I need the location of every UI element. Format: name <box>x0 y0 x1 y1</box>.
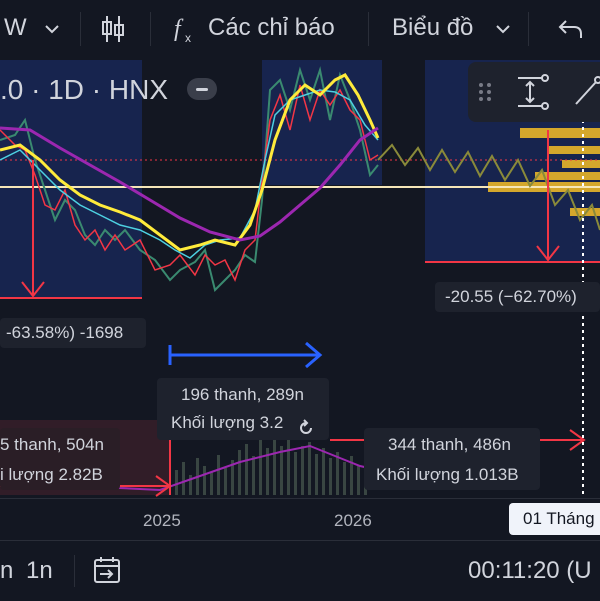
goto-date-icon[interactable] <box>92 555 124 592</box>
measure-label-middle[interactable]: 196 thanh, 289n Khối lượng 3.2 <box>157 378 329 440</box>
candles-icon[interactable] <box>100 14 126 49</box>
measure-left-bars: 5 thanh, 504n <box>0 435 104 454</box>
drawing-toolbar <box>468 62 600 122</box>
volume-histogram <box>175 436 367 495</box>
symbol-info: .0 · 1D · HNX <box>0 74 169 105</box>
time-axis-label: 2026 <box>334 511 372 530</box>
drag-handle-icon[interactable] <box>478 82 492 107</box>
undo-icon[interactable] <box>558 18 584 45</box>
trend-line-icon[interactable] <box>572 76 600 113</box>
measure-label-left[interactable]: -63.58%) -1698 <box>0 318 146 348</box>
bottom-toolbar: n 1n 00:11:20 (U <box>0 540 600 601</box>
chevron-down-icon[interactable] <box>495 22 511 40</box>
indicators-fx-icon[interactable]: f x <box>172 14 198 49</box>
collapse-legend-button[interactable] <box>187 78 217 100</box>
clock-timezone[interactable]: 00:11:20 (U <box>468 557 592 585</box>
svg-text:x: x <box>185 31 191 44</box>
chart-type-button[interactable]: Biểu đồ <box>392 14 473 42</box>
measure-middle-volume: Khối lượng 3.2 <box>171 413 284 432</box>
measure-right-volume: Khối lượng 1.013B <box>376 465 519 484</box>
toolbar-divider <box>74 555 75 587</box>
measure-label-right[interactable]: -20.55 (−62.70%) <box>435 282 600 312</box>
measure-label-volume-right[interactable]: 344 thanh, 486n Khối lượng 1.013B <box>364 428 540 490</box>
measure-label-right-text: -20.55 (−62.70%) <box>445 287 577 306</box>
measure-right-bars: 344 thanh, 486n <box>388 435 511 454</box>
crosshair-date-label: 01 Tháng <box>509 503 600 535</box>
price-range-icon[interactable] <box>514 74 550 115</box>
toolbar-divider <box>528 12 529 46</box>
indicators-button[interactable]: Các chỉ báo <box>208 14 335 42</box>
toolbar-divider <box>150 12 151 46</box>
time-axis-label: 2025 <box>143 511 181 530</box>
chevron-down-icon[interactable] <box>44 22 60 40</box>
measure-label-volume-left[interactable]: 5 thanh, 504n i lượng 2.82B <box>0 428 120 490</box>
measure-label-left-text: -63.58%) -1698 <box>6 323 124 342</box>
interval-button-partial[interactable]: n <box>0 557 13 585</box>
measure-left-volume: i lượng 2.82B <box>0 465 103 484</box>
measure-middle-bars: 196 thanh, 289n <box>181 385 304 404</box>
interval-button-1n[interactable]: 1n <box>26 557 53 585</box>
reset-icon[interactable] <box>297 419 315 443</box>
toolbar-divider <box>80 12 81 46</box>
top-toolbar: W f x Các chỉ báo Biểu đồ <box>0 0 600 59</box>
svg-text:f: f <box>174 16 184 42</box>
symbol-search[interactable]: W <box>4 14 27 42</box>
toolbar-divider <box>368 12 369 46</box>
